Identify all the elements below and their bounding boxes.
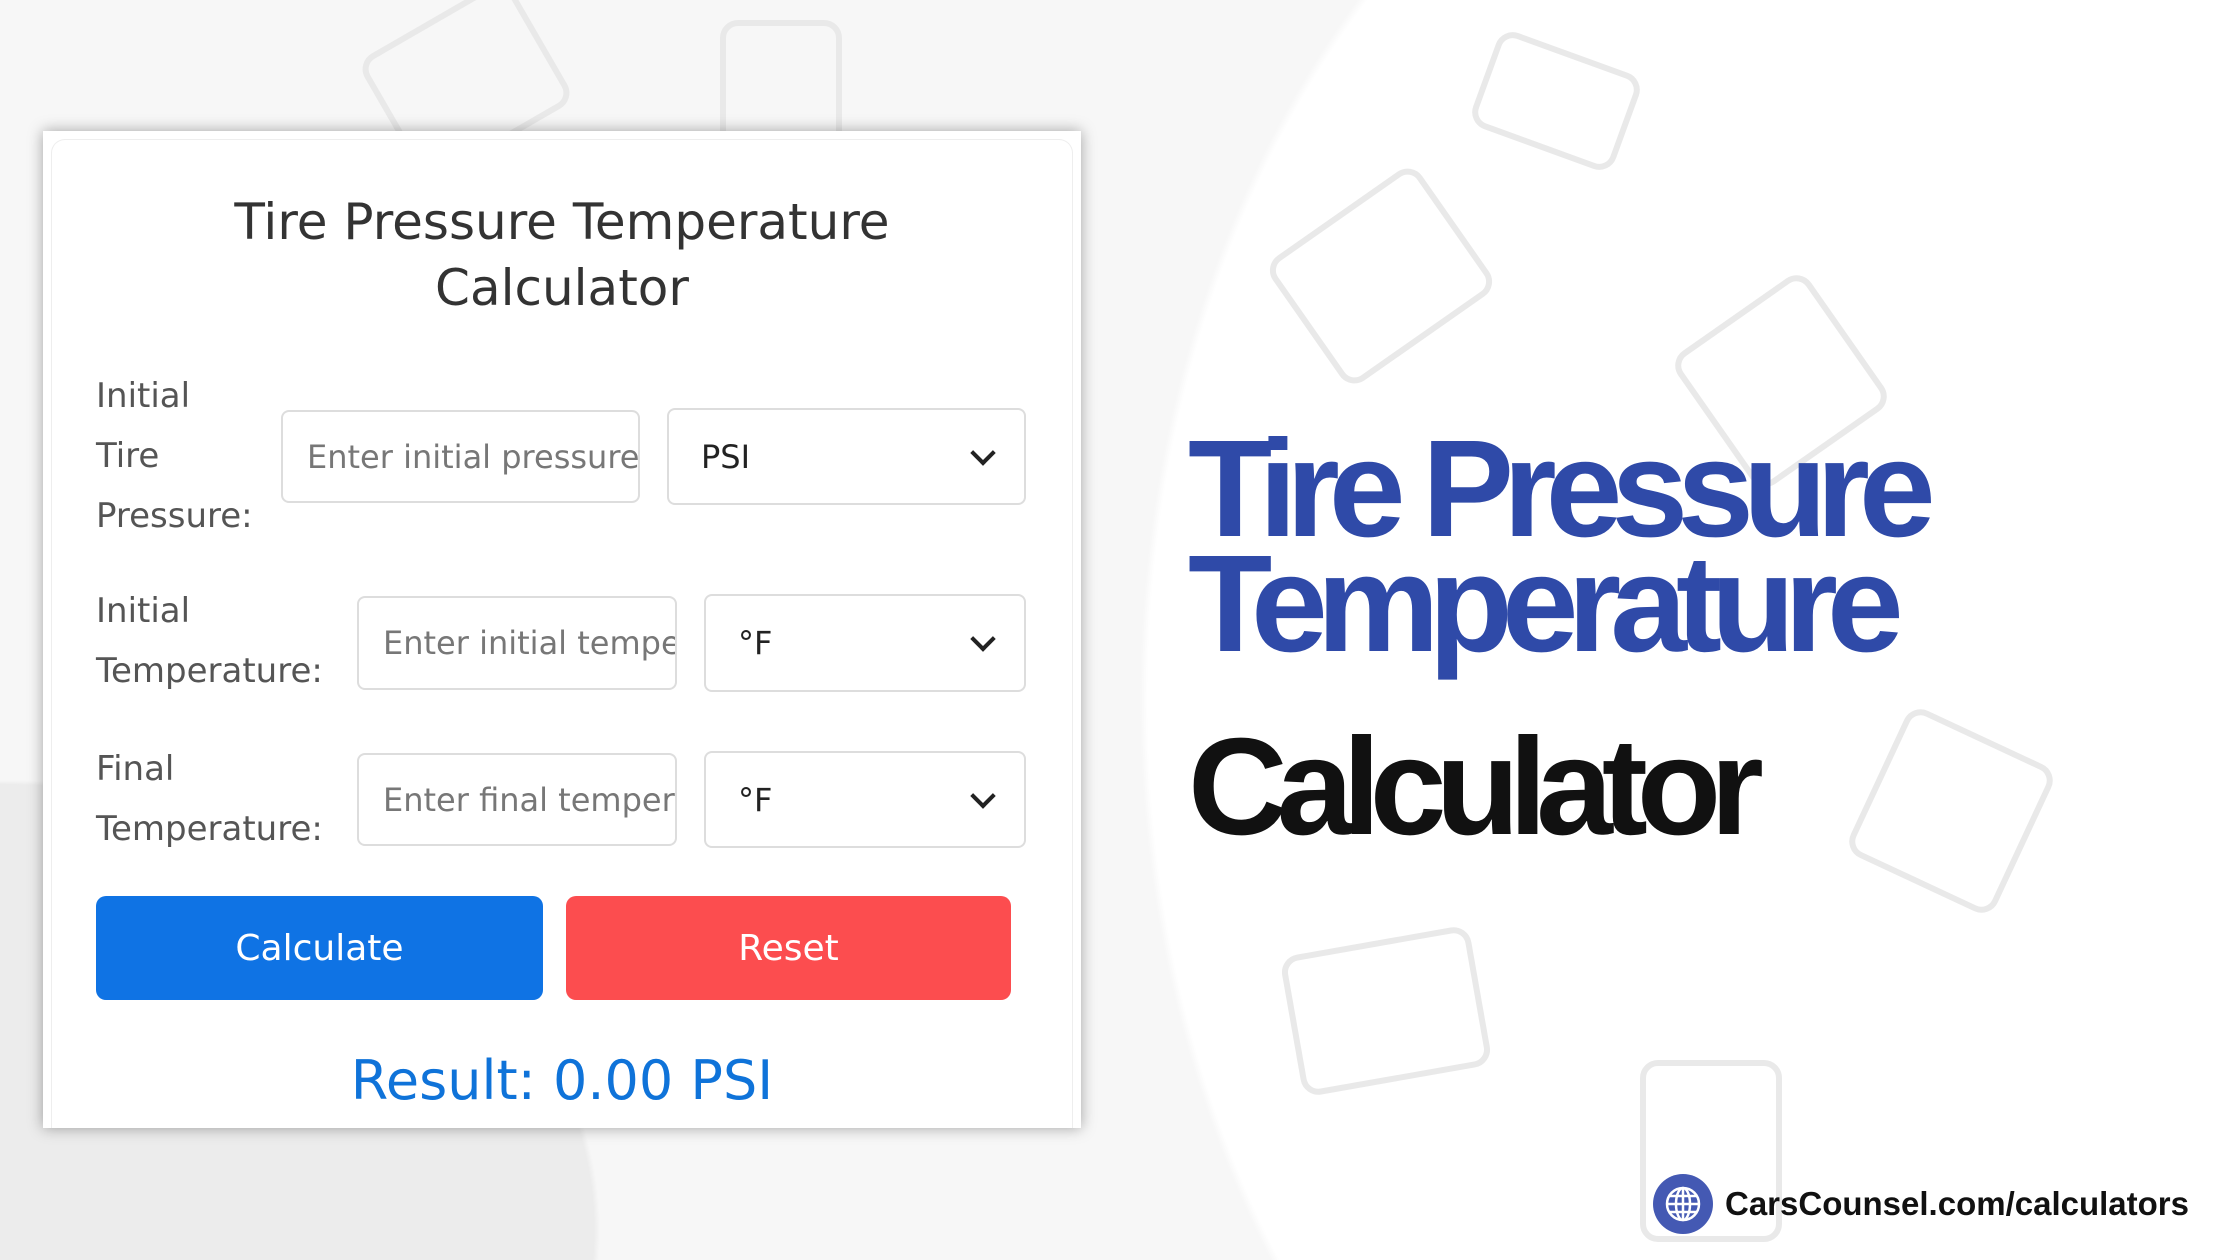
footer-url[interactable]: CarsCounsel.com/calculators — [1725, 1185, 2189, 1223]
initial-temperature-label: Initial Temperature: — [96, 591, 323, 691]
result-text: Result: 0.00 PSI — [350, 1049, 774, 1112]
chevron-down-icon — [970, 782, 996, 809]
reset-button[interactable]: Reset — [566, 896, 1011, 1000]
pressure-unit-select[interactable]: PSI — [667, 408, 1026, 505]
calculator-pattern-icon — [1467, 27, 1645, 175]
chevron-down-icon — [970, 439, 996, 466]
calculator-pattern-icon — [1843, 703, 2059, 919]
initial-temperature-unit-select[interactable]: °F — [704, 594, 1026, 692]
initial-pressure-input[interactable]: Enter initial pressure — [281, 410, 640, 503]
final-temperature-unit-select[interactable]: °F — [704, 751, 1026, 848]
calculator-pattern-icon — [1279, 924, 1493, 1098]
headline-line3: Calculator — [1188, 710, 1764, 864]
calculator-pattern-icon — [1262, 161, 1500, 391]
final-temperature-input[interactable]: Enter final temperature — [357, 753, 677, 846]
initial-temperature-input[interactable]: Enter initial temperature — [357, 596, 677, 690]
initial-pressure-label: Initial Tire Pressure: — [96, 376, 253, 536]
title-line: Calculator — [435, 259, 689, 317]
calculator-title: Tire Pressure Temperature Calculator — [43, 189, 1081, 321]
calculate-button[interactable]: Calculate — [96, 896, 543, 1000]
headline-line2: Temperature — [1188, 527, 1904, 681]
title-line: Tire Pressure Temperature — [234, 193, 890, 251]
calculator-card: Tire Pressure Temperature Calculator Ini… — [43, 131, 1081, 1128]
chevron-down-icon — [970, 626, 996, 652]
globe-icon — [1653, 1174, 1713, 1234]
final-temperature-label: Final Temperature: — [96, 749, 323, 849]
footer-link[interactable]: CarsCounsel.com/calculators — [1653, 1174, 2189, 1234]
